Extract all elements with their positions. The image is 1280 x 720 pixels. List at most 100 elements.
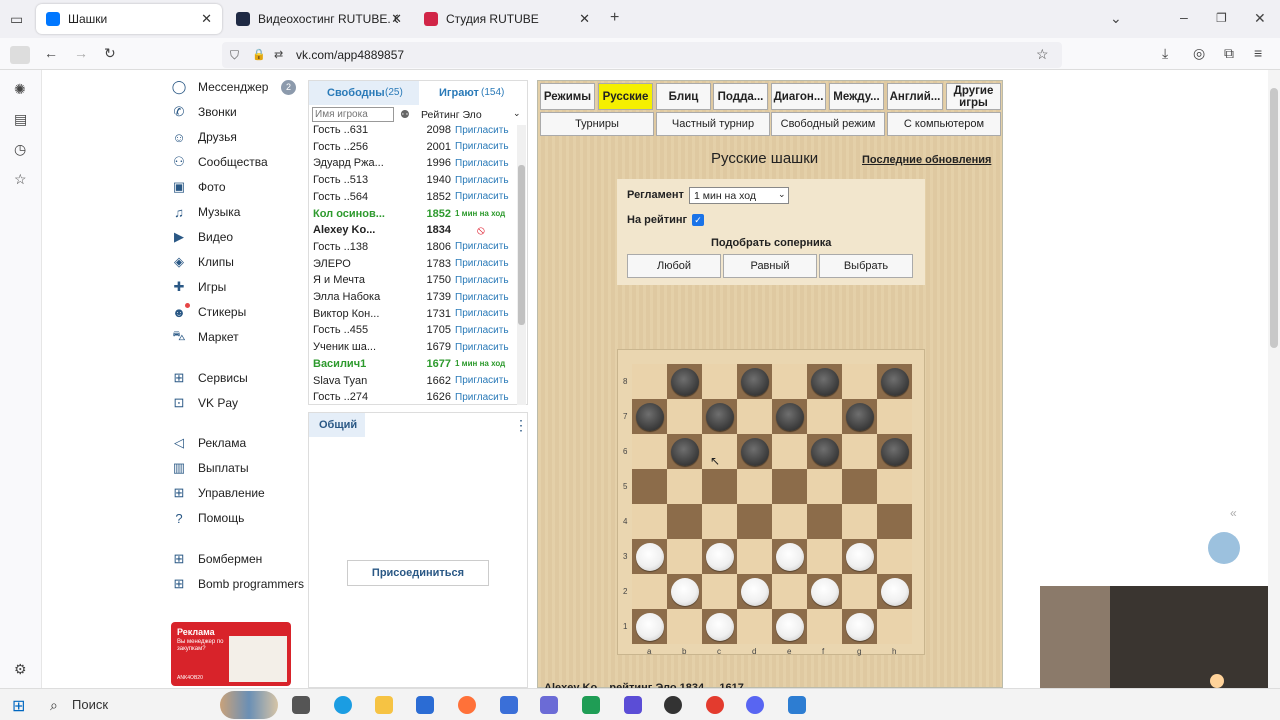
nav-item-clips[interactable]: ◈ Клипы xyxy=(170,251,234,273)
nav-item-market[interactable]: ⛍ Маркет xyxy=(170,326,238,348)
mode-button[interactable]: Режимы xyxy=(540,83,595,110)
taskbar-search[interactable]: Поиск xyxy=(72,697,108,712)
extensions-icon[interactable]: ⧉ xyxy=(1224,46,1234,60)
invite-link[interactable]: Пригласить xyxy=(455,241,509,252)
invite-link[interactable]: Пригласить xyxy=(455,375,509,386)
task-view-icon[interactable] xyxy=(292,696,310,714)
rated-checkbox[interactable]: ✓ xyxy=(692,214,704,226)
store-icon[interactable] xyxy=(416,696,434,714)
board-square-h4[interactable] xyxy=(877,504,912,539)
board-square-e5[interactable] xyxy=(772,469,807,504)
ad-banner[interactable]: Реклама Вы менеджер по закупкам? ANK4OB2… xyxy=(171,622,291,686)
board-square-g5[interactable] xyxy=(842,469,877,504)
join-button[interactable]: Присоединиться xyxy=(347,560,489,586)
bookmark-star-icon[interactable]: ☆ xyxy=(1036,47,1049,61)
sort-select[interactable]: Рейтинг Эло ⌄ xyxy=(417,107,523,123)
players-scrollbar[interactable] xyxy=(517,125,526,405)
mode-button[interactable]: Между... xyxy=(829,83,884,110)
customize-sidebar-icon[interactable]: ⚙ xyxy=(14,662,27,676)
invite-link[interactable]: Пригласить xyxy=(455,125,509,136)
black-checker-b8[interactable] xyxy=(670,367,699,396)
black-checker-h6[interactable] xyxy=(880,437,909,466)
restore-icon[interactable]: ❐ xyxy=(1216,11,1227,25)
submode-button[interactable]: Свободный режим xyxy=(771,112,885,136)
black-checker-c7[interactable] xyxy=(705,402,734,431)
black-checker-d6[interactable] xyxy=(740,437,769,466)
player-row[interactable]: Гость ..455 1705 Пригласить xyxy=(313,322,513,338)
player-name[interactable]: Гость ..256 xyxy=(313,141,419,153)
black-checker-h8[interactable] xyxy=(880,367,909,396)
mode-button[interactable]: Другие игры xyxy=(946,83,1001,110)
close-tab-icon[interactable]: ✕ xyxy=(391,11,402,27)
player-row[interactable]: Виктор Кон... 1731 Пригласить xyxy=(313,306,513,322)
invite-link[interactable]: Пригласить xyxy=(455,308,509,319)
player-name[interactable]: Элла Набока xyxy=(313,291,419,303)
app-misc-icon[interactable] xyxy=(788,696,806,714)
white-checker-e1[interactable] xyxy=(775,612,804,641)
nav-item-bomb-programmers[interactable]: ⊞ Bomb programmers xyxy=(170,573,304,595)
nav-item-manage[interactable]: ⊞ Управление xyxy=(170,482,265,504)
white-checker-c3[interactable] xyxy=(705,542,734,571)
player-row[interactable]: Эдуард Ржа... 1996 Пригласить xyxy=(313,155,513,171)
back-icon[interactable]: ← xyxy=(44,46,58,60)
choose-opponent-button[interactable]: Выбрать xyxy=(819,254,913,278)
excel-icon[interactable] xyxy=(582,696,600,714)
vscode-icon[interactable] xyxy=(500,696,518,714)
invite-link[interactable]: Пригласить xyxy=(455,158,509,169)
mode-button[interactable]: Диагон... xyxy=(771,83,826,110)
reload-icon[interactable]: ↻ xyxy=(104,46,116,60)
player-row[interactable]: Гость ..274 1626 Пригласить xyxy=(313,389,513,405)
nav-item-bomberman[interactable]: ⊞ Бомбермен xyxy=(170,548,263,570)
white-checker-g1[interactable] xyxy=(845,612,874,641)
shield-icon[interactable]: ⛉ xyxy=(230,48,239,62)
white-checker-c1[interactable] xyxy=(705,612,734,641)
browser-tab-checkers[interactable]: Шашки ✕ xyxy=(36,4,222,34)
player-row[interactable]: Гость ..631 2098 Пригласить xyxy=(313,122,513,138)
close-tab-icon[interactable]: ✕ xyxy=(579,11,590,27)
nav-item-vkpay[interactable]: ⊡ VK Pay xyxy=(170,392,238,414)
player-name[interactable]: Гость ..513 xyxy=(313,174,419,186)
invite-link[interactable]: Пригласить xyxy=(455,175,509,186)
player-name[interactable]: Alexey Ko... xyxy=(313,224,419,236)
nav-item-messenger[interactable]: ◯ Мессенджер xyxy=(170,76,269,98)
app-cube-icon[interactable] xyxy=(540,696,558,714)
board-square-b4[interactable] xyxy=(667,504,702,539)
player-row[interactable]: Гость ..256 2001 Пригласить xyxy=(313,139,513,155)
reglament-select[interactable]: 1 мин на ход ⌄ xyxy=(689,187,789,204)
white-checker-f2[interactable] xyxy=(810,577,839,606)
player-name[interactable]: Виктор Кон... xyxy=(313,308,419,320)
new-tab-icon[interactable]: + xyxy=(610,10,619,26)
submode-button[interactable]: Турниры xyxy=(540,112,654,136)
edge-icon[interactable] xyxy=(334,696,352,714)
white-checker-b2[interactable] xyxy=(670,577,699,606)
player-name[interactable]: Гость ..138 xyxy=(313,241,419,253)
menu-icon[interactable]: ≡ xyxy=(1254,46,1262,60)
nav-item-games[interactable]: ✚ Игры xyxy=(170,276,227,298)
permissions-icon[interactable]: ⇄ xyxy=(274,48,283,62)
player-name[interactable]: Гость ..274 xyxy=(313,391,419,403)
file-explorer-icon[interactable] xyxy=(375,696,393,714)
player-row[interactable]: Кол осинов... 1852 1 мин на ход xyxy=(313,206,513,222)
mode-button[interactable]: Англий... xyxy=(887,83,943,110)
white-checker-a3[interactable] xyxy=(635,542,664,571)
synced-tabs-icon[interactable]: ▤ xyxy=(14,112,27,126)
obs-icon[interactable] xyxy=(664,696,682,714)
player-name[interactable]: Гость ..631 xyxy=(313,124,419,136)
invite-link[interactable]: Пригласить xyxy=(455,292,509,303)
black-checker-a7[interactable] xyxy=(635,402,664,431)
avatar[interactable] xyxy=(1208,532,1240,564)
board-square-d4[interactable] xyxy=(737,504,772,539)
player-row[interactable]: Элла Набока 1739 Пригласить xyxy=(313,289,513,305)
players-icon[interactable]: ⚉ xyxy=(400,108,410,121)
player-name[interactable]: ЭЛЕРО xyxy=(313,258,419,270)
player-name[interactable]: Эдуард Ржа... xyxy=(313,157,419,169)
history-icon[interactable]: ◷ xyxy=(14,142,26,156)
player-name[interactable]: Slava Tyan xyxy=(313,375,419,387)
player-row[interactable]: Ученик ша... 1679 Пригласить xyxy=(313,339,513,355)
player-name[interactable]: Гость ..455 xyxy=(313,324,419,336)
sidebar-toggle-icon[interactable] xyxy=(10,46,30,64)
tab-dropdown-icon[interactable]: ⌄ xyxy=(1110,11,1122,25)
white-checker-h2[interactable] xyxy=(880,577,909,606)
browser-tab-rutube-studio[interactable]: Студия RUTUBE ✕ xyxy=(414,4,600,34)
nav-item-services[interactable]: ⊞ Сервисы xyxy=(170,367,248,389)
